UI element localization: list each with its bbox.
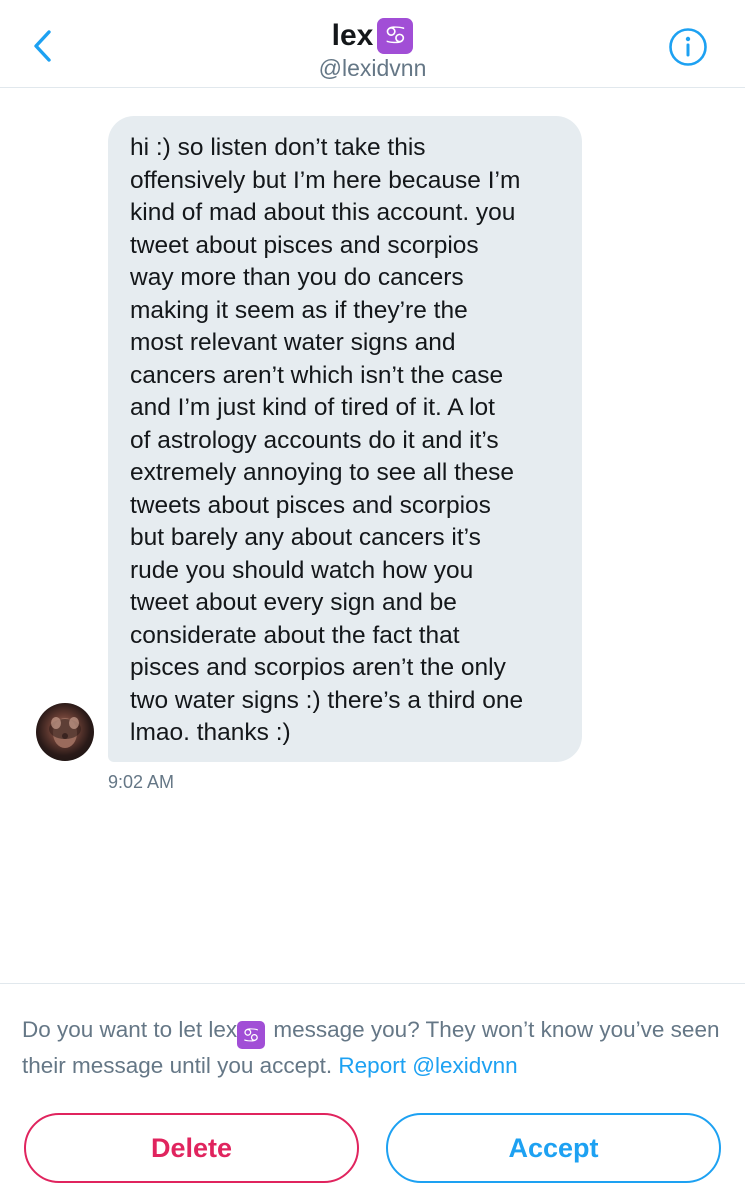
report-link[interactable]: Report @lexidvnn xyxy=(338,1053,517,1078)
message-timestamp: 9:02 AM xyxy=(108,772,175,792)
prompt-prefix: Do you want to let lex xyxy=(22,1017,238,1042)
message-bubble[interactable]: hi :) so listen don’t take this offensive… xyxy=(108,116,582,762)
avatar-photo xyxy=(49,717,81,748)
message-line: hi :) so listen don’t take this xyxy=(130,134,426,161)
delete-button[interactable]: Delete xyxy=(24,1113,359,1183)
message-line: tweets about pisces and scorpios xyxy=(130,491,491,519)
divider xyxy=(0,983,745,984)
accept-button[interactable]: Accept xyxy=(386,1113,721,1183)
message-line: making it seem as if they’re the xyxy=(130,296,468,324)
message-line: way more than you do cancers xyxy=(130,264,464,291)
conversation-title[interactable]: lex ♋ @lexidvnn xyxy=(0,18,745,82)
cancer-sign-icon: ♋ xyxy=(377,18,414,54)
info-circle-icon xyxy=(669,28,707,66)
conversation-header: lex ♋ @lexidvnn xyxy=(0,0,745,88)
message-line: and I’m just kind of tired of it. A lot xyxy=(130,394,495,421)
message-text: hi :) so listen don’t take this offensive… xyxy=(130,132,562,750)
cancer-sign-icon: ♋ xyxy=(237,1021,266,1049)
message-line: tweet about every sign and be xyxy=(130,589,457,616)
message-line: kind of mad about this account. you xyxy=(130,199,516,226)
title-row: lex ♋ xyxy=(332,18,414,54)
message-line: two water signs :) there’s a third one xyxy=(130,686,524,714)
message-line: of astrology accounts do it and it’s xyxy=(130,426,499,454)
message-line: offensively but I’m here because I’m xyxy=(130,166,521,194)
message-line: but barely any about cancers it’s xyxy=(130,524,481,551)
dm-request-screen: lex ♋ @lexidvnn hi :) so listen don’t ta… xyxy=(0,0,745,1200)
accept-button-label: Accept xyxy=(508,1132,599,1163)
info-button[interactable] xyxy=(668,27,708,67)
message-line: cancers aren’t which isn’t the case xyxy=(130,361,504,389)
message-line: rude you should watch how you xyxy=(130,556,474,584)
message-line: tweet about pisces and scorpios xyxy=(130,231,479,259)
message-request-prompt: Do you want to let lex ♋ message you? The… xyxy=(22,1013,727,1083)
sender-avatar[interactable] xyxy=(36,703,94,761)
delete-button-label: Delete xyxy=(150,1132,233,1163)
message-line: considerate about the fact that xyxy=(130,621,460,649)
message-line: most relevant water signs and xyxy=(130,329,456,356)
contact-handle: @lexidvnn xyxy=(318,55,427,81)
message-line: lmao. thanks :) xyxy=(130,719,291,746)
contact-name: lex xyxy=(331,19,374,52)
message-line: pisces and scorpios aren’t the only xyxy=(130,654,506,681)
message-line: extremely annoying to see all these xyxy=(130,459,515,486)
